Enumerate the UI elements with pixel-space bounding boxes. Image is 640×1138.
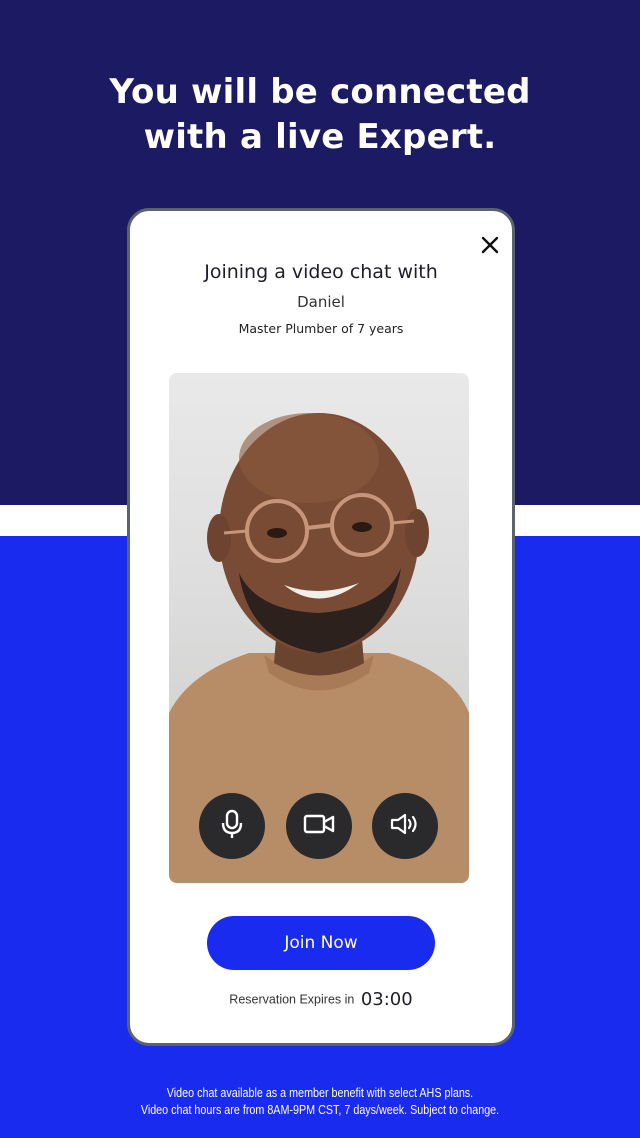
expert-role: Master Plumber of 7 years: [238, 321, 404, 336]
headline-line-2: with a live Expert.: [143, 117, 497, 157]
phone-frame: Joining a video chat with Daniel Master …: [127, 208, 515, 1046]
headline: You will be connected with a live Expert…: [0, 70, 640, 160]
video-camera-icon: [303, 813, 335, 840]
reservation-expiry: Reservation Expires in 03:00: [130, 989, 512, 1010]
camera-button[interactable]: [286, 793, 352, 859]
expires-countdown: 03:00: [360, 989, 413, 1010]
microphone-icon: [219, 808, 245, 845]
join-now-button[interactable]: Join Now: [207, 916, 435, 970]
expert-name: Daniel: [297, 293, 345, 311]
microphone-button[interactable]: [199, 793, 265, 859]
footer-line-2: Video chat hours are from 8AM-9PM CST, 7…: [140, 1103, 500, 1117]
speaker-icon: [389, 812, 421, 841]
footer-line-1: Video chat available as a member benefit…: [166, 1086, 474, 1100]
close-icon[interactable]: [478, 233, 502, 257]
footer-disclaimer: Video chat available as a member benefit…: [45, 1085, 595, 1119]
headline-line-1: You will be connected: [109, 72, 531, 112]
expires-label: Reservation Expires in: [229, 992, 355, 1007]
speaker-button[interactable]: [372, 793, 438, 859]
dialog-title: Joining a video chat with: [204, 261, 438, 283]
video-preview: [169, 373, 469, 883]
